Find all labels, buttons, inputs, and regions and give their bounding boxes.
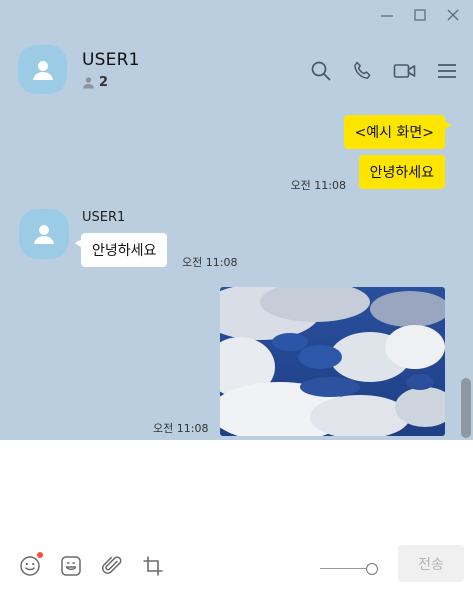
message-time: 오전 11:08 [182, 256, 238, 269]
menu-icon[interactable] [435, 59, 459, 83]
opacity-slider[interactable] [320, 563, 378, 575]
chat-window: USER1 2 <예시 화면> 안녕하세요 오전 11:08 USER1 안녕하… [0, 0, 473, 592]
person-icon [32, 60, 53, 80]
video-call-icon[interactable] [393, 59, 417, 83]
sky-photo[interactable] [220, 287, 445, 436]
emoji-icon[interactable] [18, 552, 43, 578]
sender-name: USER1 [82, 210, 126, 225]
message-bubble-other[interactable]: 안녕하세요 [74, 233, 168, 267]
slider-handle[interactable] [366, 563, 378, 575]
message-time: 오전 11:08 [153, 422, 209, 435]
minimize-icon[interactable] [377, 6, 397, 24]
notification-dot [37, 552, 43, 558]
header-actions [309, 59, 459, 83]
search-icon[interactable] [309, 59, 333, 83]
message-time: 오전 11:08 [290, 179, 346, 192]
close-icon[interactable] [443, 6, 463, 24]
sky-image [220, 287, 445, 436]
avatar[interactable] [18, 45, 67, 94]
sender-avatar[interactable] [19, 209, 69, 259]
composer-tools [18, 552, 165, 578]
chat-header: USER1 2 [0, 40, 473, 104]
member-count[interactable]: 2 [82, 75, 108, 90]
window-controls [377, 6, 463, 24]
composer: 전송 [0, 440, 473, 592]
maximize-icon[interactable] [410, 6, 430, 24]
phone-icon[interactable] [351, 59, 375, 83]
message-bubble-mine[interactable]: <예시 화면> [343, 115, 452, 149]
message-input[interactable] [0, 440, 473, 540]
slider-track [320, 568, 372, 569]
chat-area: USER1 2 <예시 화면> 안녕하세요 오전 11:08 USER1 안녕하… [0, 0, 473, 440]
person-icon [83, 77, 94, 89]
chat-title: USER1 [82, 50, 140, 70]
send-button[interactable]: 전송 [398, 545, 464, 582]
message-bubble-mine[interactable]: 안녕하세요 [358, 155, 445, 189]
crop-icon[interactable] [141, 554, 165, 578]
person-icon [34, 225, 54, 244]
emoticon-icon[interactable] [59, 554, 83, 578]
scrollbar[interactable] [461, 378, 471, 438]
member-count-value: 2 [99, 75, 109, 90]
attach-icon[interactable] [100, 554, 124, 578]
